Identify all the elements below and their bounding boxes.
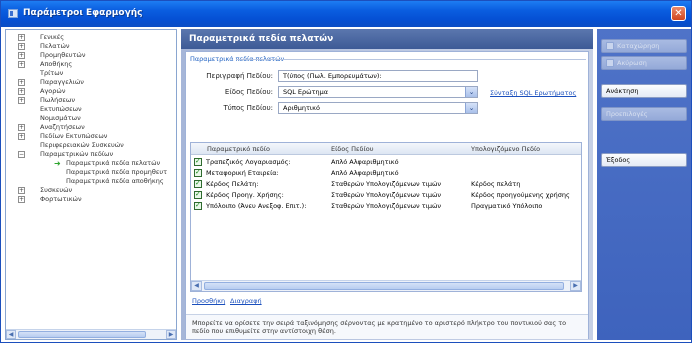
group-divider — [236, 59, 586, 60]
row-field-type: Σταθερών Υπολογιζόμενων τιμών — [331, 202, 442, 210]
expand-icon[interactable]: + — [18, 61, 25, 68]
kind-select-value: Αριθμητικό — [283, 104, 320, 112]
form-area: Παραμετρικά πεδία πελατών Περιγραφή Πεδί… — [185, 51, 589, 339]
restore-button[interactable]: Ανάκτηση — [601, 84, 687, 98]
scroll-thumb[interactable] — [18, 331, 146, 338]
description-label: Περιγραφή Πεδίου: — [206, 72, 273, 80]
table-row[interactable]: Μεταφορική Εταιρεία: Απλό Αλφαριθμητικό — [191, 167, 581, 178]
scroll-left-icon[interactable]: ◀ — [191, 281, 202, 291]
chevron-down-icon[interactable]: ⌄ — [465, 87, 477, 97]
scroll-right-icon[interactable]: ▶ — [570, 281, 581, 291]
row-field-name: Υπόλοιπο (Άνευ Ανεξοφ. Επιτ.): — [206, 202, 307, 210]
table-horizontal-scrollbar[interactable]: ◀ ▶ — [191, 280, 581, 291]
save-icon — [606, 42, 614, 50]
application-window: Παράμετροι Εφαρμογής ✕ + Γενικές + Πελατών… — [0, 0, 692, 343]
kind-select[interactable]: Αριθμητικό ⌄ — [278, 102, 478, 114]
arrow-right-icon: ➜ — [54, 159, 61, 168]
expand-icon[interactable]: + — [18, 196, 25, 203]
column-header[interactable]: Παραμετρικό πεδίο — [207, 145, 270, 153]
window-title: Παράμετροι Εφαρμογής — [23, 8, 143, 18]
row-field-name: Τραπεζικός Λογαριασμός: — [206, 158, 291, 166]
column-header[interactable]: Είδος Πεδίου — [331, 145, 373, 153]
table-row[interactable]: Τραπεζικός Λογαριασμός: Απλό Αλφαριθμητι… — [191, 156, 581, 167]
kind-label: Τύπος Πεδίου: — [223, 104, 273, 112]
row-field-type: Απλό Αλφαριθμητικό — [331, 169, 399, 177]
expand-icon[interactable]: + — [18, 52, 25, 59]
column-header[interactable]: Υπολογιζόμενο Πεδίο — [471, 145, 540, 153]
row-checkbox[interactable] — [194, 167, 202, 177]
row-checkbox[interactable] — [194, 156, 202, 166]
sql-builder-link[interactable]: Σύνταξη SQL Ερωτήματος — [490, 89, 576, 97]
expand-icon[interactable]: + — [18, 88, 25, 95]
row-field-calc: Πραγματικό Υπόλοιπο — [471, 202, 543, 210]
expand-icon[interactable]: + — [18, 43, 25, 50]
delete-link[interactable]: Διαγραφή — [230, 297, 262, 305]
expand-icon[interactable]: + — [18, 97, 25, 104]
type-select-value: SQL Ερώτημα — [283, 88, 329, 96]
row-checkbox[interactable] — [194, 189, 202, 199]
row-field-type: Σταθερών Υπολογιζόμενων τιμών — [331, 191, 442, 199]
row-checkbox[interactable] — [194, 200, 202, 210]
row-field-name: Μεταφορική Εταιρεία: — [206, 169, 279, 177]
expand-icon[interactable]: + — [18, 187, 25, 194]
defaults-button[interactable]: Προεπιλογές — [601, 107, 687, 121]
add-link[interactable]: Προσθήκη — [192, 297, 225, 305]
settings-tree: + Γενικές + Πελατών + Προμηθευτών + Αποθήκης… — [5, 29, 177, 340]
type-label: Είδος Πεδίου: — [224, 88, 273, 96]
row-field-type: Σταθερών Υπολογιζόμενων τιμών — [331, 180, 442, 188]
description-field[interactable]: Τ(ύπος (Πωλ. Εμπορευμάτων): — [278, 70, 478, 82]
table-row[interactable]: Κέρδος Προηγ. Χρήσης: Σταθερών Υπολογιζό… — [191, 189, 581, 200]
type-select[interactable]: SQL Ερώτημα ⌄ — [278, 86, 478, 98]
actions-panel: Καταχώρηση Ακύρωση Ανάκτηση Προεπιλογές … — [597, 29, 691, 340]
tree-horizontal-scrollbar[interactable]: ◀ ▶ — [6, 329, 176, 339]
row-field-calc: Κέρδος πελάτη — [471, 180, 521, 188]
panel-title: Παραμετρικά πεδία πελατών — [181, 29, 593, 49]
main-panel: Παραμετρικά πεδία πελατών Παραμετρικά πε… — [181, 29, 593, 340]
scroll-thumb[interactable] — [204, 282, 564, 290]
undo-icon — [606, 59, 614, 67]
cancel-button[interactable]: Ακύρωση — [601, 56, 687, 70]
chevron-down-icon[interactable]: ⌄ — [465, 103, 477, 113]
row-checkbox[interactable] — [194, 178, 202, 188]
row-field-name: Κέρδος Προηγ. Χρήσης: — [206, 191, 284, 199]
table-row[interactable]: Κέρδος Πελάτη: Σταθερών Υπολογιζόμενων τ… — [191, 178, 581, 189]
close-icon[interactable]: ✕ — [671, 6, 686, 21]
table-header: Παραμετρικό πεδίο Είδος Πεδίου Υπολογιζό… — [191, 143, 581, 155]
row-field-name: Κέρδος Πελάτη: — [206, 180, 259, 188]
hint-text: Μπορείτε να ορίσετε την σειρά ταξινόμηση… — [186, 314, 588, 339]
expand-icon[interactable]: + — [18, 34, 25, 41]
title-bar: Παράμετροι Εφαρμογής ✕ — [1, 1, 691, 27]
save-button[interactable]: Καταχώρηση — [601, 39, 687, 53]
exit-button[interactable]: Έξοδος — [601, 153, 687, 167]
row-field-type: Απλό Αλφαριθμητικό — [331, 158, 399, 166]
parametric-fields-table: Παραμετρικό πεδίο Είδος Πεδίου Υπολογιζό… — [190, 142, 582, 292]
app-icon — [8, 9, 18, 18]
collapse-icon[interactable]: − — [18, 151, 25, 158]
table-row[interactable]: Υπόλοιπο (Άνευ Ανεξοφ. Επιτ.): Σταθερών … — [191, 200, 581, 211]
expand-icon[interactable]: + — [18, 133, 25, 140]
scroll-right-icon[interactable]: ▶ — [166, 330, 176, 339]
row-field-calc: Κέρδος προηγούμενης χρήσης — [471, 191, 570, 199]
expand-icon[interactable]: + — [18, 79, 25, 86]
scroll-left-icon[interactable]: ◀ — [6, 330, 16, 339]
expand-icon[interactable]: + — [18, 124, 25, 131]
